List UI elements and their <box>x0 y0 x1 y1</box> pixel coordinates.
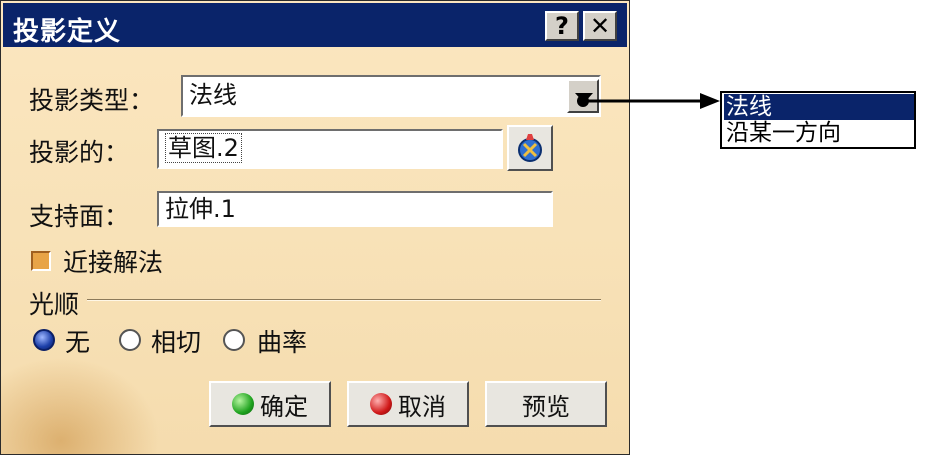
projected-field[interactable]: 草图.2 <box>157 129 503 169</box>
dialog-title: 投影定义 <box>13 17 122 47</box>
title-bar[interactable]: 投影定义 ? ✕ <box>3 3 627 47</box>
support-label: 支持面： <box>29 202 130 231</box>
smoothing-group-label: 光顺 <box>29 290 80 319</box>
dropdown-option-along-direction[interactable]: 沿某一方向 <box>724 120 914 146</box>
help-button[interactable]: ? <box>545 11 579 41</box>
projection-type-combo[interactable]: 法线 <box>181 75 601 117</box>
preview-button[interactable]: 预览 <box>485 381 607 427</box>
cancel-icon <box>370 393 392 415</box>
group-divider <box>87 299 601 301</box>
cancel-button[interactable]: 取消 <box>347 381 469 427</box>
sketch-select-icon <box>518 134 542 162</box>
smoothing-curvature-radio[interactable] <box>223 329 245 351</box>
support-value: 拉伸.1 <box>165 195 236 223</box>
projection-definition-dialog: 投影定义 ? ✕ 投影类型： 法线 投影的： 草图.2 支持面： 拉伸.1 近接… <box>0 0 630 455</box>
dropdown-option-normal[interactable]: 法线 <box>724 94 914 120</box>
support-field[interactable]: 拉伸.1 <box>157 191 553 227</box>
select-element-button[interactable] <box>507 125 553 171</box>
ok-button[interactable]: 确定 <box>209 381 331 427</box>
ok-label: 确定 <box>260 392 308 421</box>
preview-label: 预览 <box>522 392 570 421</box>
close-button[interactable]: ✕ <box>583 11 617 41</box>
smoothing-tangent-radio[interactable] <box>119 329 141 351</box>
smoothing-none-label: 无 <box>65 328 91 357</box>
projection-type-dropdown-list: 法线 沿某一方向 <box>720 91 916 149</box>
nearest-solution-label: 近接解法 <box>63 248 164 277</box>
projected-label: 投影的： <box>29 138 130 167</box>
projection-type-value: 法线 <box>189 81 237 109</box>
projected-value: 草图.2 <box>165 133 242 163</box>
nearest-solution-checkbox[interactable] <box>31 251 51 271</box>
projection-type-label: 投影类型： <box>29 86 155 115</box>
cancel-label: 取消 <box>398 392 446 421</box>
smoothing-tangent-label: 相切 <box>151 328 202 357</box>
ok-icon <box>232 393 254 415</box>
callout-arrow <box>577 93 720 109</box>
smoothing-curvature-label: 曲率 <box>257 328 308 357</box>
smoothing-none-radio[interactable] <box>33 329 55 351</box>
